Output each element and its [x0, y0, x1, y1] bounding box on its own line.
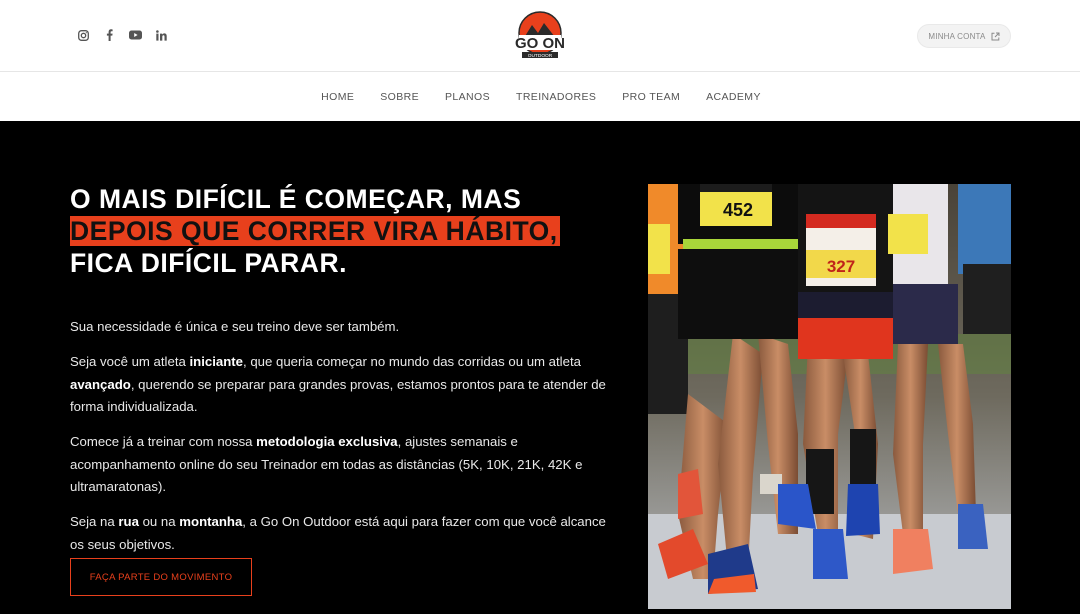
nav-item-sobre[interactable]: SOBRE: [380, 91, 419, 103]
minha-conta-button[interactable]: MINHA CONTA: [917, 24, 1011, 48]
nav-item-academy[interactable]: ACADEMY: [706, 91, 761, 103]
bib-number-1: 452: [723, 200, 753, 220]
nav-item-home[interactable]: HOME: [321, 91, 354, 103]
linkedin-icon[interactable]: [154, 27, 168, 43]
nav-item-treinadores[interactable]: TREINADORES: [516, 91, 596, 103]
minha-conta-label: MINHA CONTA: [928, 31, 986, 41]
logo-text: GO ON: [515, 35, 565, 52]
nav-item-planos[interactable]: PLANOS: [445, 91, 490, 103]
paragraph-2: Seja você um atleta iniciante, que queri…: [70, 354, 606, 414]
paragraph-3: Comece já a treinar com nossa metodologi…: [70, 434, 583, 494]
paragraph-4: Seja na rua ou na montanha, a Go On Outd…: [70, 514, 606, 552]
hero-headline: O MAIS DIFÍCIL É COMEÇAR, MAS DEPOIS QUE…: [70, 183, 560, 279]
headline-highlight: DEPOIS QUE CORRER VIRA HÁBITO,: [70, 216, 560, 246]
runners-photo: 452 327: [648, 184, 1011, 609]
external-link-icon: [991, 32, 1000, 40]
main-navigation-bar: HOME SOBRE PLANOS TREINADORES PRO TEAM A…: [0, 72, 1080, 121]
facebook-icon[interactable]: [102, 27, 116, 43]
go-on-outdoor-logo[interactable]: GO ON OUTDOOR: [514, 11, 566, 61]
nav-item-pro-team[interactable]: PRO TEAM: [622, 91, 680, 103]
headline-line-3: FICA DIFÍCIL PARAR.: [70, 248, 347, 278]
top-header: GO ON OUTDOOR MINHA CONTA: [0, 0, 1080, 72]
instagram-icon[interactable]: [76, 27, 90, 43]
hero-section: O MAIS DIFÍCIL É COMEÇAR, MAS DEPOIS QUE…: [0, 121, 1080, 614]
hero-body-copy: Sua necessidade é única e seu treino dev…: [70, 316, 615, 569]
youtube-icon[interactable]: [128, 27, 142, 43]
bib-number-2: 327: [827, 257, 855, 276]
main-nav: HOME SOBRE PLANOS TREINADORES PRO TEAM A…: [0, 72, 1080, 121]
headline-line-1: O MAIS DIFÍCIL É COMEÇAR, MAS: [70, 184, 522, 214]
faca-parte-button[interactable]: FAÇA PARTE DO MOVIMENTO: [70, 558, 252, 596]
social-links: [76, 27, 168, 43]
logo-subtext: OUTDOOR: [528, 53, 553, 59]
paragraph-1: Sua necessidade é única e seu treino dev…: [70, 319, 400, 334]
